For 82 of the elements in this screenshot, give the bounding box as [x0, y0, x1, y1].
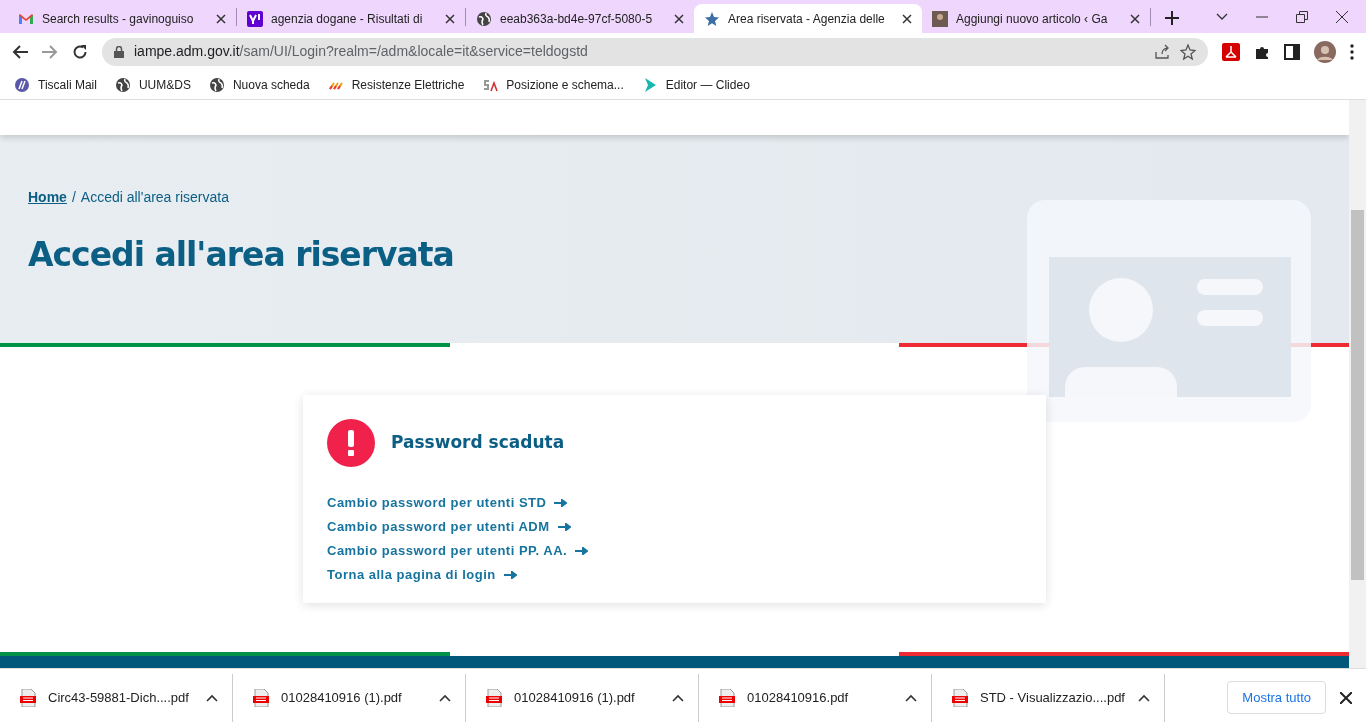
file-name: 01028410916.pdf	[747, 688, 850, 707]
bookmark-link[interactable]: Posizione e schema...	[506, 75, 624, 94]
link[interactable]: Cambio password per utenti PP. AA.	[327, 539, 589, 563]
download-item[interactable]: STD - Visualizzazio....pdf	[932, 673, 1165, 722]
link[interactable]: Cambio password per utenti ADM	[327, 515, 571, 539]
link[interactable]: Cambio password per utenti STD	[327, 491, 568, 515]
browser-tab[interactable]: Aggiungi nuovo articolo ‹ Ga	[922, 4, 1150, 33]
more-menu-icon[interactable]	[1350, 43, 1354, 60]
back-arrow-icon[interactable]	[12, 44, 28, 59]
close-icon[interactable]	[674, 13, 684, 24]
pdf-extension-icon[interactable]	[1222, 42, 1240, 61]
exclamation-icon	[327, 419, 375, 467]
card-title: Password scaduta	[391, 431, 565, 455]
globe-icon	[114, 76, 131, 93]
browser-tab[interactable]: Search results - gavinoguiso	[8, 4, 236, 33]
tab-title: Search results - gavinoguiso	[42, 10, 195, 28]
forward-arrow-icon[interactable]	[42, 44, 58, 59]
tab-title: agenzia dogane - Risultati di	[271, 10, 424, 28]
close-icon[interactable]	[902, 13, 912, 24]
yahoo-logo-icon	[247, 10, 263, 27]
star-icon	[704, 10, 720, 27]
tab-title: Aggiungi nuovo articolo ‹ Ga	[956, 10, 1109, 28]
restore-icon[interactable]	[1296, 10, 1308, 23]
chevron-up-icon[interactable]	[905, 693, 917, 702]
share-icon[interactable]	[1154, 43, 1170, 60]
arrow-right-icon	[554, 499, 568, 507]
pdf-file-icon	[253, 688, 269, 707]
file-name: 01028410916 (1).pdf	[514, 688, 636, 707]
pdf-file-icon	[719, 688, 735, 707]
bookmark-link[interactable]: Resistenze Elettriche	[351, 75, 465, 94]
link[interactable]: Torna alla pagina di login	[327, 563, 517, 587]
breadcrumb-separator: /	[71, 188, 76, 207]
bookmark-link[interactable]: Editor — Clideo	[665, 75, 750, 94]
browser-tab[interactable]: eeab363a-bd4e-97cf-5080-5	[466, 4, 694, 33]
chevron-up-icon[interactable]	[206, 693, 218, 702]
file-name: STD - Visualizzazio....pdf	[980, 688, 1126, 707]
star-outline-icon[interactable]	[1180, 43, 1196, 60]
browser-tab[interactable]: agenzia dogane - Risultati di	[237, 4, 465, 33]
new-tab-icon[interactable]	[1165, 11, 1179, 25]
pdf-file-icon	[486, 688, 502, 707]
breadcrumb-link[interactable]: Home	[28, 187, 67, 208]
chevron-up-icon[interactable]	[1138, 693, 1150, 702]
globe-icon	[476, 10, 492, 27]
download-item[interactable]: 01028410916.pdf	[699, 673, 932, 722]
lock-icon	[114, 45, 124, 58]
pdf-file-icon	[20, 688, 36, 707]
url-text: iampe.adm.gov.it/sam/UI/Login?realm=/adm&locale=it&service=teldogstd	[134, 42, 589, 61]
chevron-down-icon[interactable]	[1216, 12, 1228, 21]
chevron-up-icon[interactable]	[672, 693, 684, 702]
close-icon[interactable]	[445, 13, 455, 24]
globe-icon	[208, 76, 225, 93]
reload-icon[interactable]	[72, 43, 88, 60]
close-icon[interactable]	[216, 13, 226, 24]
photo-placeholder	[932, 10, 948, 27]
address-bar[interactable]: iampe.adm.gov.it/sam/UI/Login?realm=/adm&locale=it&service=teldogstd	[102, 37, 1208, 66]
tab-title: Area riservata - Agenzia delle	[728, 10, 886, 28]
bookmark-link[interactable]: Nuova scheda	[232, 75, 310, 94]
side-panel-icon[interactable]	[1284, 43, 1300, 60]
browser-tab[interactable]: Area riservata - Agenzia delle	[694, 4, 922, 33]
close-icon[interactable]	[1336, 10, 1348, 23]
breadcrumb-current: Accedi all'area riservata	[80, 188, 229, 207]
download-item[interactable]: 01028410916 (1).pdf	[466, 673, 699, 722]
arrow-right-icon	[575, 547, 589, 555]
close-icon[interactable]	[1130, 13, 1140, 24]
file-name: Circ43-59881-Dich....pdf	[48, 688, 190, 707]
pdf-file-icon	[952, 688, 968, 707]
stripes-logo-icon	[14, 76, 30, 93]
file-name: 01028410916 (1).pdf	[281, 688, 403, 707]
page-title: Accedi all'area riservata	[28, 234, 455, 276]
scrollbar[interactable]	[1349, 100, 1366, 668]
scrollbar-thumb[interactable]	[1351, 210, 1364, 580]
tab-title: eeab363a-bd4e-97cf-5080-5	[500, 10, 654, 28]
chevron-up-icon[interactable]	[439, 693, 451, 702]
close-icon[interactable]	[1340, 691, 1352, 704]
bookmark-link[interactable]: Tiscali Mail	[38, 75, 97, 94]
download-item[interactable]: Circ43-59881-Dich....pdf	[0, 673, 233, 722]
avatar-icon[interactable]	[1314, 40, 1336, 63]
arrow-right-icon	[557, 523, 571, 531]
download-item[interactable]: 01028410916 (1).pdf	[233, 673, 466, 722]
arrow-right-icon	[503, 571, 517, 579]
bookmark-link[interactable]: UUM&DS	[138, 75, 191, 94]
show-all-button[interactable]: Mostra tutto	[1227, 680, 1326, 715]
